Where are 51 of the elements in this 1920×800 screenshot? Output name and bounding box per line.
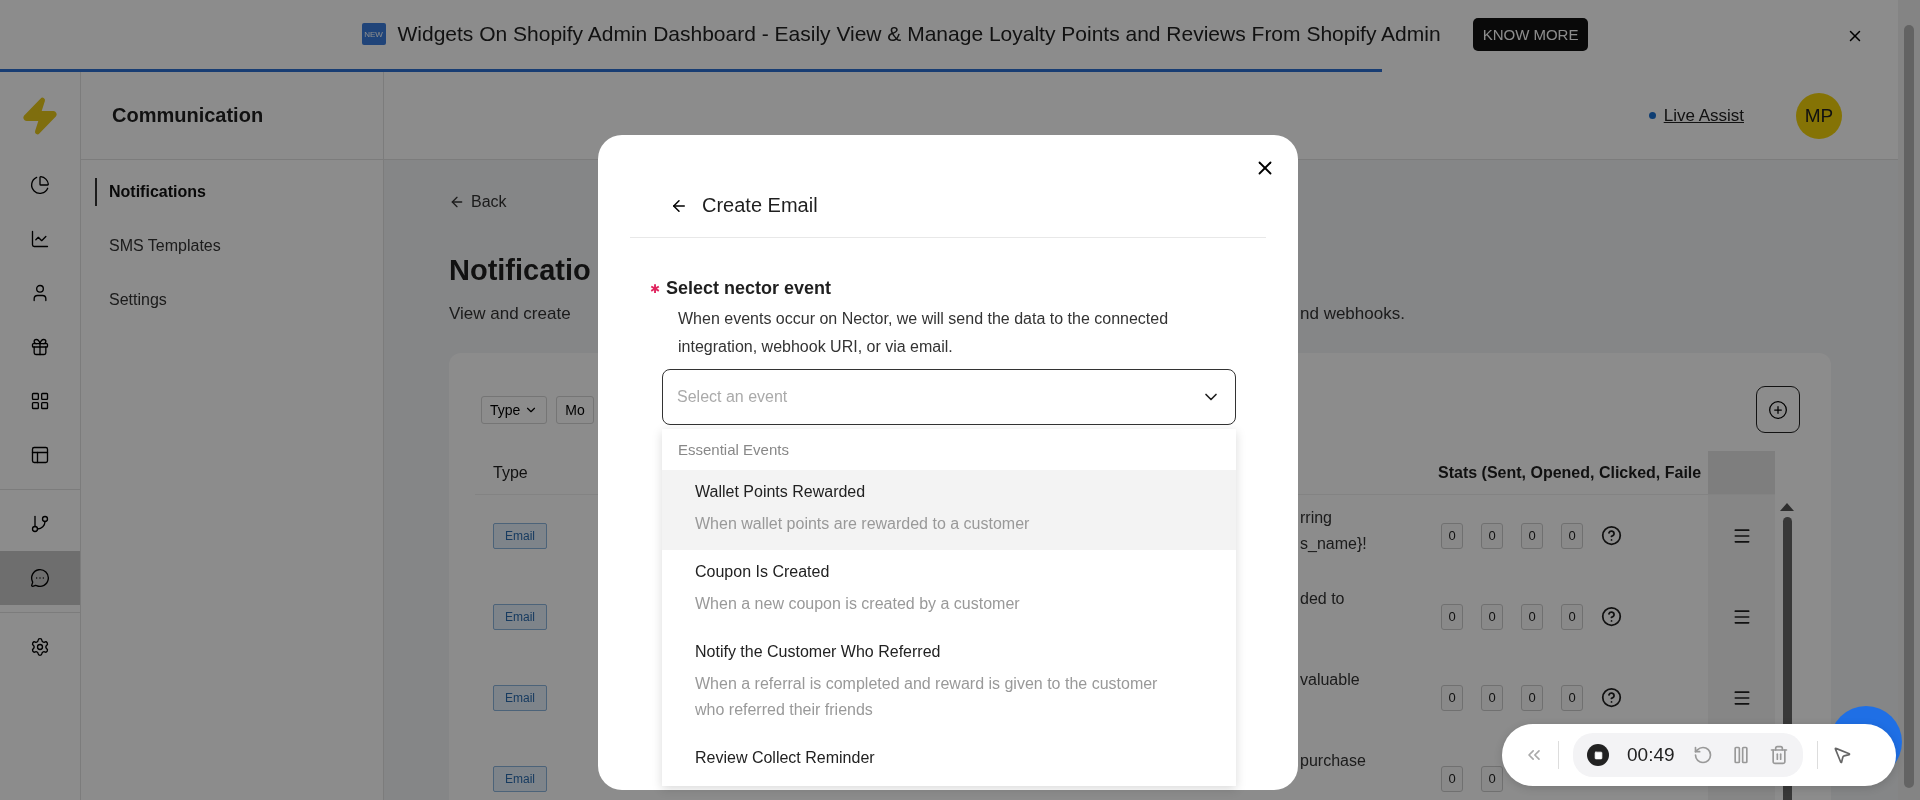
dropdown-option[interactable]: Wallet Points Rewarded When wallet points are rewarded to a customer — [662, 470, 1236, 550]
page-description: nd webhooks. — [1300, 304, 1405, 325]
type-tag: Email — [493, 603, 547, 630]
page-description: View and create — [449, 304, 571, 325]
live-assist-link[interactable]: Live Assist — [1648, 105, 1744, 126]
table-cell-text: purchase — [1300, 751, 1366, 771]
stat-count: 0 — [1561, 522, 1583, 549]
type-tag: Email — [493, 765, 547, 792]
sidebar-item[interactable]: Notifications — [95, 178, 383, 206]
dropdown-option[interactable]: Notify the Customer Who Referred When a referral is completed and reward is given to the customer who referred their friends — [662, 630, 1236, 736]
group-label: Essential Events — [677, 440, 790, 460]
column-header: Type — [493, 463, 528, 482]
stat-count: 0 — [1481, 684, 1503, 711]
sidebar-title: Communication — [112, 104, 264, 127]
new-badge: NEW — [361, 23, 386, 45]
help-text: When events occur on Nector, we will send the data to the connected integration, webhook URI, or via email. — [678, 309, 1170, 357]
stat-count: 0 — [1441, 684, 1463, 711]
know-more-button[interactable]: KNOW MORE — [1472, 17, 1589, 51]
stat-count: 0 — [1521, 603, 1543, 630]
stat-count: 0 — [1561, 684, 1583, 711]
field-label: Select nector event — [666, 278, 832, 299]
stat-count: 0 — [1481, 765, 1503, 792]
stat-count: 0 — [1441, 522, 1463, 549]
stat-count: 0 — [1521, 522, 1543, 549]
stat-count: 0 — [1441, 765, 1463, 792]
stat-count: 0 — [1481, 522, 1503, 549]
filter-dropdown[interactable]: Type — [481, 395, 548, 424]
recording-time: 00:49 — [1627, 744, 1675, 766]
table-cell-text: ded to — [1300, 589, 1345, 609]
required-mark: ✱ — [650, 281, 660, 296]
stat-count: 0 — [1521, 684, 1543, 711]
table-cell-text: rring — [1300, 508, 1332, 528]
sidebar-item[interactable]: Settings — [95, 286, 383, 314]
table-cell-text: s_name}! — [1300, 534, 1367, 554]
stat-count: 0 — [1441, 603, 1463, 630]
page-title: Notificatio — [449, 254, 591, 288]
type-tag: Email — [493, 684, 547, 711]
type-tag: Email — [493, 522, 547, 549]
placeholder-text: Select an event — [677, 388, 788, 406]
modal-title: Create Email — [702, 194, 818, 217]
dropdown-option[interactable]: Coupon Is Created When a new coupon is created by a customer — [662, 550, 1236, 630]
stat-count: 0 — [1481, 603, 1503, 630]
stat-count: 0 — [1561, 603, 1583, 630]
sidebar-item[interactable]: SMS Templates — [95, 232, 383, 260]
avatar: MP — [1796, 92, 1842, 139]
banner-text: Widgets On Shopify Admin Dashboard - Easily View & Manage Loyalty Points and Reviews From Shopify Admin — [397, 22, 1441, 46]
dropdown-option[interactable]: Review Collect Reminder — [662, 736, 1236, 780]
filter-dropdown[interactable]: Mo — [556, 395, 594, 424]
back-link[interactable]: Back — [449, 190, 507, 214]
column-header: Stats (Sent, Opened, Clicked, Faile — [1438, 463, 1702, 482]
table-cell-text: valuable — [1300, 670, 1360, 690]
